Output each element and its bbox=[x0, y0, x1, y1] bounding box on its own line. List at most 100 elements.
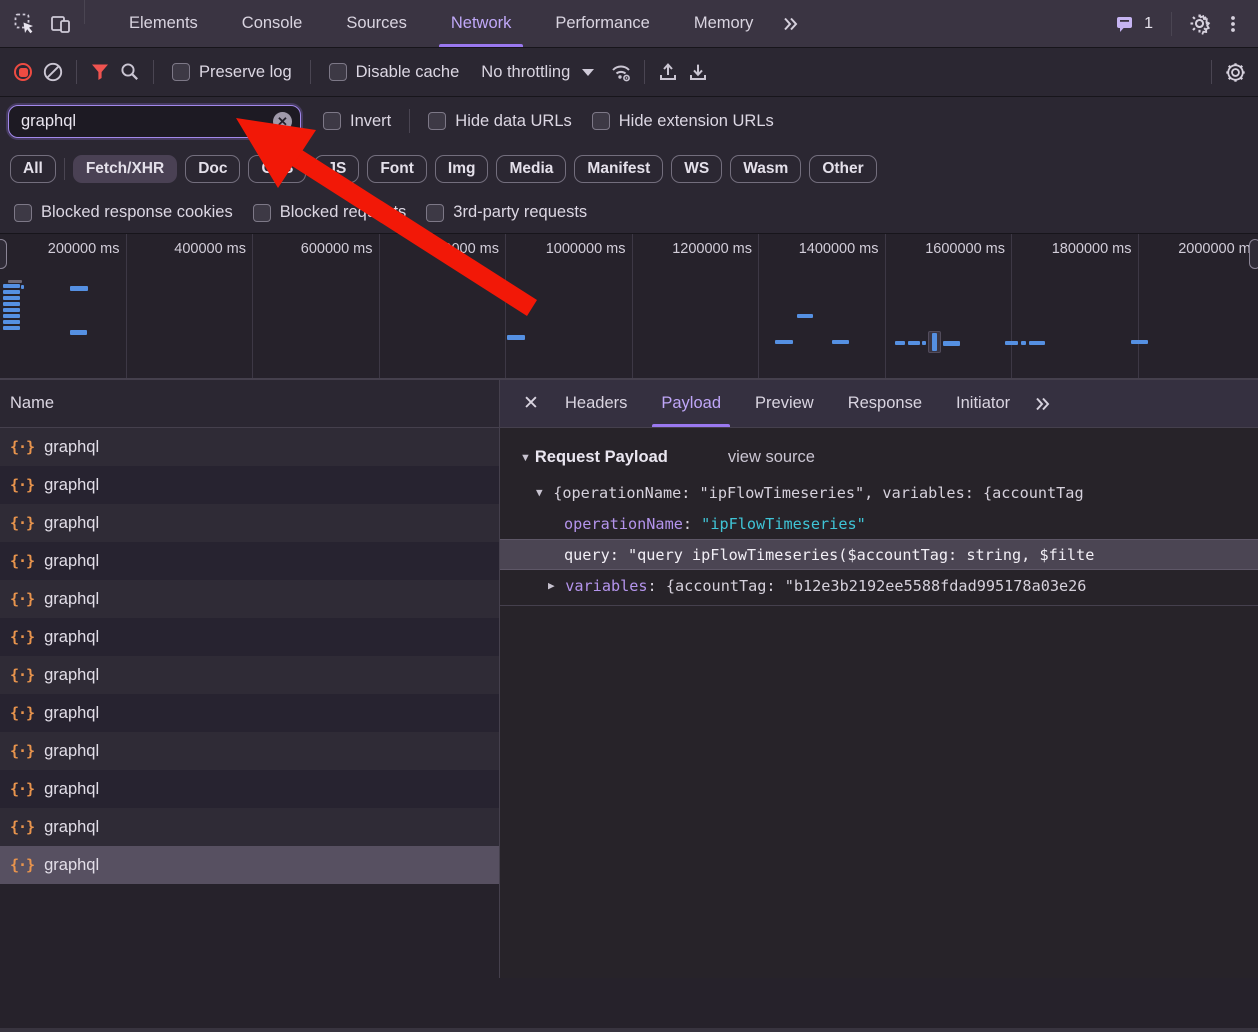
timeline-request-bar bbox=[3, 302, 20, 306]
chip-other[interactable]: Other bbox=[809, 155, 876, 183]
timeline-request-bar bbox=[832, 340, 849, 344]
tab-network[interactable]: Network bbox=[429, 0, 534, 47]
overview-drag-handle[interactable] bbox=[1249, 239, 1258, 269]
request-row[interactable]: {·}graphql bbox=[0, 846, 499, 884]
search-icon[interactable] bbox=[115, 57, 145, 87]
3rd-party-requests-checkbox[interactable]: 3rd-party requests bbox=[426, 203, 587, 222]
expand-triangle-icon[interactable]: ▶ bbox=[548, 579, 561, 592]
checkbox[interactable] bbox=[323, 112, 341, 130]
inspect-element-icon[interactable] bbox=[10, 9, 40, 39]
request-row[interactable]: {·}graphql bbox=[0, 466, 499, 504]
clear-network-log-icon[interactable] bbox=[38, 57, 68, 87]
chip-js[interactable]: JS bbox=[314, 155, 359, 183]
chip-img[interactable]: Img bbox=[435, 155, 489, 183]
request-row[interactable]: {·}graphql bbox=[0, 618, 499, 656]
issues-count[interactable]: 1 bbox=[1144, 15, 1153, 33]
request-row[interactable]: {·}graphql bbox=[0, 428, 499, 466]
filter-input[interactable] bbox=[21, 112, 273, 131]
tab-console[interactable]: Console bbox=[220, 0, 325, 47]
payload-key: operationName bbox=[564, 515, 683, 533]
divider bbox=[644, 60, 645, 84]
request-name: graphql bbox=[44, 818, 99, 837]
checkbox[interactable] bbox=[329, 63, 347, 81]
overview-drag-handle[interactable] bbox=[0, 239, 7, 269]
checkbox[interactable] bbox=[428, 112, 446, 130]
blocked-response-cookies-checkbox[interactable]: Blocked response cookies bbox=[14, 203, 233, 222]
network-conditions-icon[interactable] bbox=[606, 57, 636, 87]
divider bbox=[64, 158, 65, 180]
chip-media[interactable]: Media bbox=[496, 155, 566, 183]
payload-pane: ▼ Request Payload view source ▼ {operati… bbox=[500, 428, 1258, 606]
checkbox[interactable] bbox=[426, 204, 444, 222]
blocked-requests-checkbox[interactable]: Blocked requests bbox=[253, 203, 407, 222]
chip-css[interactable]: CSS bbox=[248, 155, 306, 183]
payload-variables-row[interactable]: ▶ variables: {accountTag: "b12e3b2192ee5… bbox=[500, 570, 1258, 601]
chip-doc[interactable]: Doc bbox=[185, 155, 240, 183]
divider bbox=[409, 109, 410, 133]
tab-sources[interactable]: Sources bbox=[324, 0, 429, 47]
device-toolbar-icon[interactable] bbox=[46, 9, 76, 39]
throttling-select[interactable]: No throttling bbox=[481, 63, 594, 82]
invert-checkbox[interactable]: Invert bbox=[323, 112, 391, 131]
record-network-log-icon[interactable] bbox=[8, 57, 38, 87]
network-overview-timeline[interactable]: 200000 ms400000 ms600000 ms800000 ms1000… bbox=[0, 234, 1258, 380]
issues-message-icon[interactable] bbox=[1110, 9, 1140, 39]
payload-query-row[interactable]: query: "query ipFlowTimeseries($accountT… bbox=[500, 539, 1258, 570]
hide-extension-urls-checkbox[interactable]: Hide extension URLs bbox=[592, 112, 774, 131]
checkbox[interactable] bbox=[592, 112, 610, 130]
detail-tab-response[interactable]: Response bbox=[831, 380, 939, 427]
network-settings-gear-icon[interactable] bbox=[1220, 57, 1250, 87]
checkbox[interactable] bbox=[14, 204, 32, 222]
detail-tab-payload[interactable]: Payload bbox=[644, 380, 738, 427]
import-har-icon[interactable] bbox=[653, 57, 683, 87]
timeline-request-bar bbox=[895, 341, 905, 345]
timeline-tick-label: 800000 ms bbox=[380, 234, 507, 378]
fetch-braces-icon: {·} bbox=[10, 666, 34, 684]
request-list: {·}graphql{·}graphql{·}graphql{·}graphql… bbox=[0, 428, 499, 978]
settings-gear-icon[interactable] bbox=[1184, 9, 1214, 39]
close-details-icon[interactable]: ✕ bbox=[514, 380, 548, 427]
chip-all[interactable]: All bbox=[10, 155, 56, 183]
clear-filter-icon[interactable]: ✕ bbox=[273, 112, 292, 131]
request-row[interactable]: {·}graphql bbox=[0, 504, 499, 542]
checkbox[interactable] bbox=[253, 204, 271, 222]
export-har-icon[interactable] bbox=[683, 57, 713, 87]
tab-performance[interactable]: Performance bbox=[533, 0, 671, 47]
chip-fetch-xhr[interactable]: Fetch/XHR bbox=[73, 155, 177, 183]
disable-cache-checkbox[interactable]: Disable cache bbox=[329, 63, 460, 82]
request-row[interactable]: {·}graphql bbox=[0, 580, 499, 618]
request-row[interactable]: {·}graphql bbox=[0, 732, 499, 770]
name-column-header[interactable]: Name bbox=[0, 380, 499, 428]
chip-wasm[interactable]: Wasm bbox=[730, 155, 801, 183]
hide-data-urls-checkbox[interactable]: Hide data URLs bbox=[428, 112, 571, 131]
preserve-log-checkbox[interactable]: Preserve log bbox=[172, 63, 292, 82]
request-row[interactable]: {·}graphql bbox=[0, 770, 499, 808]
detail-tab-headers[interactable]: Headers bbox=[548, 380, 644, 427]
filter-funnel-icon[interactable] bbox=[85, 57, 115, 87]
request-name: graphql bbox=[44, 628, 99, 647]
filter-text-field[interactable]: ✕ bbox=[8, 105, 301, 138]
detail-tab-preview[interactable]: Preview bbox=[738, 380, 831, 427]
request-row[interactable]: {·}graphql bbox=[0, 542, 499, 580]
tab-memory[interactable]: Memory bbox=[672, 0, 776, 47]
collapse-triangle-icon[interactable]: ▼ bbox=[536, 486, 549, 499]
chip-ws[interactable]: WS bbox=[671, 155, 722, 183]
disable-cache-label: Disable cache bbox=[356, 63, 460, 82]
tab-elements[interactable]: Elements bbox=[107, 0, 220, 47]
kebab-menu-icon[interactable] bbox=[1218, 9, 1248, 39]
request-row[interactable]: {·}graphql bbox=[0, 808, 499, 846]
collapse-triangle-icon[interactable]: ▼ bbox=[520, 452, 531, 464]
more-panels-chevron-icon[interactable] bbox=[775, 9, 805, 39]
chip-font[interactable]: Font bbox=[367, 155, 427, 183]
chevron-down-icon bbox=[582, 69, 594, 76]
request-row[interactable]: {·}graphql bbox=[0, 656, 499, 694]
checkbox[interactable] bbox=[172, 63, 190, 81]
payload-preview-row[interactable]: ▼ {operationName: "ipFlowTimeseries", va… bbox=[500, 477, 1258, 508]
request-row[interactable]: {·}graphql bbox=[0, 694, 499, 732]
view-source-link[interactable]: view source bbox=[728, 448, 815, 467]
payload-operation-row[interactable]: operationName: "ipFlowTimeseries" bbox=[500, 508, 1258, 539]
detail-tab-initiator[interactable]: Initiator bbox=[939, 380, 1027, 427]
chip-manifest[interactable]: Manifest bbox=[574, 155, 663, 183]
request-name: graphql bbox=[44, 856, 99, 875]
more-tabs-chevron-icon[interactable] bbox=[1027, 389, 1057, 419]
